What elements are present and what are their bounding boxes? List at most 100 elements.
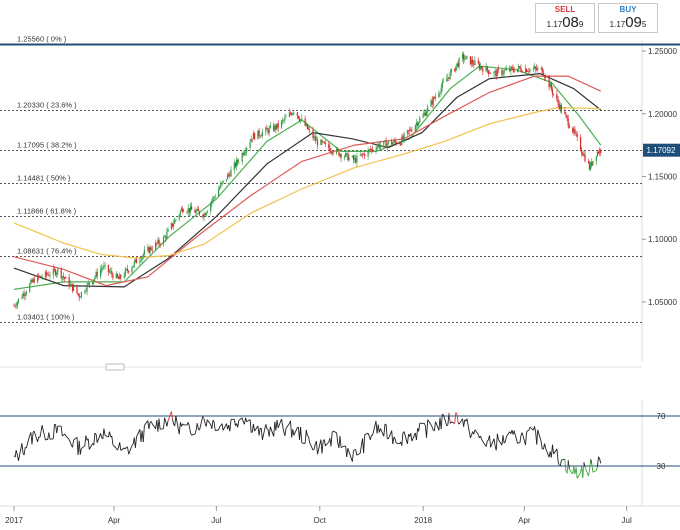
rsi-line-segment <box>561 458 565 461</box>
rsi-line-segment <box>456 413 459 423</box>
candle-body <box>210 203 212 212</box>
rsi-line-segment <box>191 433 196 436</box>
candle-body <box>590 162 592 170</box>
rsi-line-segment <box>211 420 214 429</box>
candle-body <box>532 68 534 70</box>
candle-body <box>25 291 27 294</box>
candle-body <box>171 223 174 227</box>
rsi-line-segment <box>84 435 87 446</box>
rsi-line-segment <box>430 424 433 428</box>
rsi-tick-label: 70 <box>657 412 666 421</box>
candle-body <box>174 219 176 224</box>
rsi-line-segment <box>282 426 285 433</box>
candle-body <box>288 112 290 117</box>
candle-body <box>214 196 216 198</box>
rsi-line-segment <box>174 415 177 427</box>
rsi-line-segment <box>423 422 426 427</box>
rsi-line-segment <box>559 460 562 467</box>
candle-body <box>321 140 323 143</box>
candle-body <box>102 267 104 269</box>
candle-body <box>132 265 134 268</box>
candle-body <box>470 59 473 65</box>
rsi-line-segment <box>95 434 98 443</box>
time-tick-label: 2018 <box>414 516 432 525</box>
rsi-line-segment <box>172 419 175 425</box>
rsi-line-segment <box>347 447 350 452</box>
rsi-line-segment <box>351 450 354 462</box>
candle-body <box>501 70 503 75</box>
candle-body <box>414 125 416 132</box>
rsi-line-segment <box>245 417 248 422</box>
rsi-line-segment <box>237 420 240 428</box>
fib-label-4: 1.11866 ( 61.8% ) <box>17 207 77 216</box>
candle-body <box>275 125 277 130</box>
candle-body <box>48 274 50 276</box>
rsi-line-segment <box>258 427 261 436</box>
candle-body <box>175 219 177 220</box>
candle-body <box>513 70 515 73</box>
rsi-line-segment <box>119 442 122 451</box>
candle-body <box>80 292 82 297</box>
candle-body <box>237 160 239 163</box>
candle-body <box>406 130 408 134</box>
rsi-line-segment <box>72 439 75 448</box>
rsi-line-segment <box>266 428 269 430</box>
rsi-line-segment <box>431 426 434 431</box>
rsi-line-segment <box>259 427 262 429</box>
candle-body <box>315 139 317 141</box>
candle-body <box>222 180 224 183</box>
rsi-line-segment <box>584 466 589 476</box>
trading-chart[interactable]: 1.25560 ( 0% ) 1.20330 ( 23.6% ) 1.17095 (… <box>0 0 680 530</box>
rsi-line-segment <box>435 421 440 431</box>
candle-body <box>100 269 102 277</box>
candle-body <box>372 148 374 151</box>
candle-body <box>31 280 33 282</box>
candle-body <box>479 66 482 69</box>
buy-button[interactable]: BUY 1.17095 <box>598 3 658 33</box>
rsi-line-segment <box>56 426 59 434</box>
rsi-line-segment <box>182 423 185 426</box>
candle-body <box>454 69 456 72</box>
time-axis: 2017 Apr Jul Oct 2018 Apr Jul <box>5 506 632 525</box>
candle-body <box>542 73 545 76</box>
candle-body <box>148 247 150 253</box>
candle-body <box>328 143 330 149</box>
candle-body <box>395 142 397 145</box>
time-tick-label: Apr <box>108 516 121 525</box>
rsi-line-segment <box>87 438 90 450</box>
rsi-line-segment <box>246 419 251 423</box>
rsi-line-segment <box>534 426 537 432</box>
candle-body <box>170 223 172 230</box>
rsi-line-segment <box>124 446 127 450</box>
candle-body <box>156 242 158 244</box>
candle-body <box>183 211 185 213</box>
candle-body <box>205 212 207 216</box>
rsi-line-segment <box>392 436 395 445</box>
candle-body <box>464 59 466 60</box>
candle-body <box>584 154 586 162</box>
candle-body <box>442 81 444 83</box>
candle-body <box>261 131 263 136</box>
candle-body <box>354 158 356 160</box>
candle-body <box>392 142 394 145</box>
candle-body <box>535 67 537 69</box>
sell-button[interactable]: SELL 1.17089 <box>535 3 595 33</box>
candle-body <box>189 206 192 213</box>
rsi-line-segment <box>481 438 484 442</box>
candle-body <box>495 71 497 77</box>
candle-body <box>16 302 18 306</box>
candle-body <box>178 214 180 220</box>
candle-body <box>422 114 424 118</box>
candle-body <box>249 142 251 148</box>
candle-body <box>581 150 583 154</box>
rsi-line-segment <box>111 435 114 445</box>
candle-body <box>394 140 396 142</box>
candle-body <box>108 271 111 273</box>
rsi-line-segment <box>406 433 410 444</box>
rsi-line-segment <box>290 420 293 438</box>
candle-body <box>62 276 65 278</box>
pane-resize-handle[interactable] <box>105 363 125 371</box>
rsi-line-segment <box>384 423 387 425</box>
candle-body <box>92 282 94 285</box>
candle-body <box>431 100 433 105</box>
